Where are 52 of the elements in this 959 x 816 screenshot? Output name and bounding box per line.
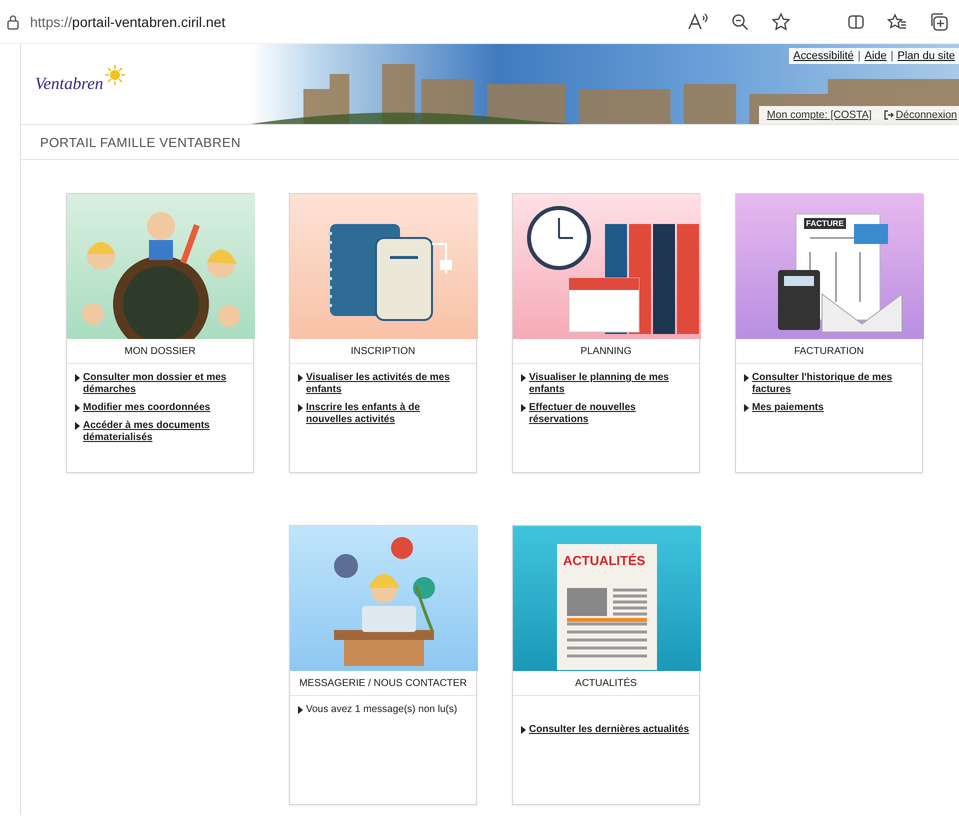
- zoom-out-icon[interactable]: [731, 12, 749, 30]
- bullet-arrow-icon: [298, 374, 303, 382]
- card-link[interactable]: Inscrire les enfants à de nouvelles activités: [306, 402, 468, 426]
- bullet-arrow-icon: [75, 404, 80, 412]
- illustration-drawing[interactable]: [736, 194, 924, 339]
- address-bar-url[interactable]: https://portail-ventabren.ciril.net: [30, 14, 677, 30]
- bullet-arrow-icon: [298, 404, 303, 412]
- card-link[interactable]: Accéder à mes documents dématerialisés: [83, 420, 245, 444]
- card-link[interactable]: Visualiser les activités de mes enfants: [306, 372, 468, 396]
- card-title: FACTURATION: [794, 346, 864, 356]
- help-link[interactable]: Aide: [864, 50, 887, 62]
- collections-icon[interactable]: [929, 12, 949, 32]
- card-title: MESSAGERIE / NOUS CONTACTER: [299, 678, 467, 688]
- bullet-arrow-icon: [521, 374, 526, 382]
- card-title: PLANNING: [580, 346, 632, 356]
- card-link[interactable]: Consulter l'historique de mes factures: [752, 372, 914, 396]
- link-separator: |: [890, 50, 894, 62]
- card-link[interactable]: Visualiser le planning de mes enfants: [529, 372, 691, 396]
- star-icon[interactable]: [771, 12, 791, 32]
- bullet-arrow-icon: [75, 422, 80, 430]
- card-link[interactable]: Modifier mes coordonnées: [83, 402, 210, 414]
- split-screen-icon[interactable]: [847, 12, 865, 30]
- illustration-label: FACTURE: [804, 218, 846, 229]
- bullet-arrow-icon: [75, 374, 80, 382]
- logo-text[interactable]: Ventabren: [35, 74, 104, 94]
- account-link[interactable]: Mon compte: [COSTA]: [766, 109, 872, 121]
- bullet-arrow-icon: [744, 374, 749, 382]
- sun-icon: [103, 64, 128, 86]
- bullet-arrow-icon: [521, 404, 526, 412]
- card-link[interactable]: Mes paiements: [752, 402, 824, 414]
- card-link[interactable]: Consulter mon dossier et mes démarches: [83, 372, 245, 396]
- illustration-drawing[interactable]: [513, 194, 701, 339]
- favorites-icon[interactable]: [887, 12, 907, 30]
- card-title: MON DOSSIER: [124, 346, 196, 356]
- page-title: PORTAIL FAMILLE VENTABREN: [40, 134, 241, 150]
- bullet-arrow-icon: [521, 726, 526, 734]
- logout-link[interactable]: Déconnexion: [896, 109, 957, 121]
- card-link[interactable]: Effectuer de nouvelles réservations: [529, 402, 691, 426]
- link-separator: |: [858, 50, 861, 62]
- card-title: INSCRIPTION: [350, 346, 416, 356]
- illustration-drawing[interactable]: [67, 194, 255, 339]
- accessibility-link[interactable]: Accessibilité: [793, 50, 854, 62]
- bullet-arrow-icon: [744, 404, 749, 412]
- card-title: ACTUALITÉS: [575, 678, 637, 688]
- sitemap-link[interactable]: Plan du site: [898, 50, 955, 62]
- illustration-drawing[interactable]: [290, 194, 478, 339]
- logout-icon[interactable]: [884, 110, 894, 120]
- bullet-arrow-icon: [298, 706, 303, 714]
- card-link[interactable]: Consulter les dernières actualités: [529, 724, 690, 736]
- read-aloud-icon[interactable]: [687, 12, 709, 30]
- lock-icon[interactable]: [6, 14, 20, 30]
- message-notice: Vous avez 1 message(s) non lu(s): [306, 704, 458, 716]
